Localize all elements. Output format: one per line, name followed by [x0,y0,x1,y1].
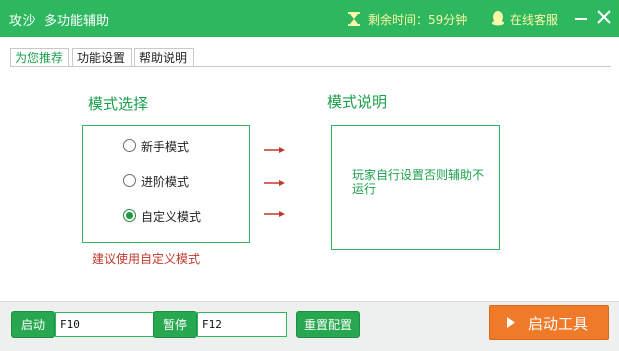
online-service-link[interactable]: 在线客服 [510,11,558,28]
tab-label: 为您推荐 [15,51,64,65]
title-bar: 攻沙 多功能辅助 剩余时间：59分钟 在线客服 [0,0,619,37]
mode-options-box: 新手模式 进阶模式 自定义模式 [82,125,250,243]
red-arrow-icon [264,211,285,217]
tab-label: 功能设置 [77,51,126,65]
red-arrow-icon [264,180,285,186]
description-section-title: 模式说明 [327,93,388,111]
play-icon [507,317,515,328]
close-icon[interactable] [596,9,612,25]
hourglass-icon [348,12,360,26]
reset-config-button[interactable]: 重置配置 [296,311,360,338]
start-button[interactable]: 启动 [11,311,55,338]
minimize-icon[interactable] [574,10,588,26]
tab-recommend[interactable]: 为您推荐 [10,48,69,66]
radio-label: 自定义模式 [141,210,202,224]
tab-help[interactable]: 帮助说明 [134,48,194,66]
mode-section-title: 模式选择 [88,95,149,113]
launch-label: 启动工具 [528,315,589,333]
app-subtitle: 多功能辅助 [44,14,110,29]
radio-button[interactable] [123,174,136,187]
radio-label: 进阶模式 [141,175,190,189]
reset-label: 重置配置 [303,318,352,332]
pause-label: 暂停 [162,318,187,332]
remaining-time: 剩余时间：59分钟 [368,13,468,27]
tab-settings[interactable]: 功能设置 [72,48,132,66]
red-arrow-icon [264,147,285,153]
tab-divider [10,66,611,67]
launch-tool-button[interactable]: 启动工具 [489,305,609,340]
mode-description-box: 玩家自行设置否则辅助不运行 [331,125,500,250]
mode-suggestion: 建议使用自定义模式 [92,252,201,266]
start-label: 启动 [20,318,45,332]
start-hotkey-field[interactable]: F10 [55,312,155,337]
tab-label: 帮助说明 [139,51,188,65]
radio-button-checked[interactable] [123,209,136,222]
radio-button[interactable] [123,139,136,152]
pause-button[interactable]: 暂停 [153,311,197,338]
app-name: 攻沙 [9,14,37,29]
qq-penguin-icon[interactable] [491,11,505,26]
radio-label: 新手模式 [141,140,190,154]
pause-hotkey-field[interactable]: F12 [197,312,287,337]
mode-description-text: 玩家自行设置否则辅助不运行 [352,168,485,196]
